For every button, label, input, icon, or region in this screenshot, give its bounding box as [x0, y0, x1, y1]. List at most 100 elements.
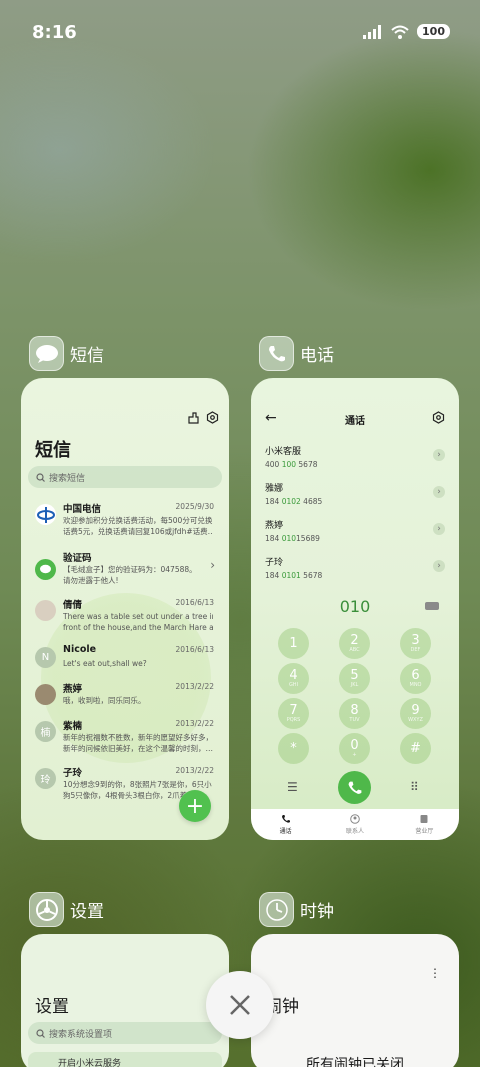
settings-search-input[interactable]: 搜索系统设置项 [28, 1022, 222, 1044]
dial-key[interactable]: 9 WXYZ [400, 698, 431, 729]
contact-item[interactable]: 小米客服 400 100 5678 › [265, 444, 445, 470]
tab-calls[interactable]: 通话 [251, 809, 320, 840]
dial-key[interactable]: 2 ABC [339, 628, 370, 659]
list-item[interactable]: 楠 紫楠 2013/2/22 新年的祝福数不胜数，新年的愿望好多好多， 新年的问… [21, 718, 229, 758]
message-preview-line: 新年的问候依旧美好，在这个温馨的时刻，… [63, 744, 213, 753]
message-date: 2016/6/13 [175, 645, 214, 654]
clock-app-card[interactable]: ⋮ 闹钟 所有闹钟已关闭 [251, 934, 459, 1067]
list-item[interactable]: 倩倩 2016/6/13 There was a table set out u… [21, 597, 229, 637]
dial-key-digit: 7 [289, 703, 298, 718]
message-sender: 验证码 [63, 553, 92, 564]
number-part: 15689 [296, 534, 320, 543]
dial-key[interactable]: 3 DEF [400, 628, 431, 659]
settings-app-card[interactable]: 设置 搜索系统设置项 开启小米云服务 [21, 934, 229, 1067]
message-sender: Nicole [63, 644, 97, 655]
cleanup-icon[interactable] [187, 411, 200, 424]
sms-toolbar [187, 411, 219, 424]
contact-name: 子玲 [265, 558, 284, 568]
contacts-icon [350, 814, 360, 824]
number-part: 184 [265, 497, 282, 506]
list-item[interactable]: 验证码 【毛绒盒子】您的验证码为：047588。 请勿泄露于他人! › [21, 550, 229, 590]
status-bar: 8:16 100 [0, 0, 480, 66]
backspace-icon[interactable] [425, 602, 439, 610]
message-date: 2013/2/22 [175, 766, 214, 775]
message-sender: 子玲 [63, 768, 83, 779]
list-item[interactable]: 燕婷 2013/2/22 哦，收到啦，同乐同乐。 [21, 681, 229, 721]
dial-key[interactable]: 7 PQRS [278, 698, 309, 729]
dial-key-letters: + [352, 752, 357, 758]
dial-key[interactable]: * [278, 733, 309, 764]
message-date: 2025/9/30 [175, 502, 214, 511]
message-preview: There was a table set out under a tree i… [63, 611, 213, 633]
message-preview-line: 欢迎参加积分兑换话费活动，每500分可兑换 [63, 516, 213, 525]
number-match: 010 [281, 534, 297, 543]
avatar [35, 600, 56, 621]
chevron-right-icon[interactable]: › [433, 560, 445, 572]
settings-search-placeholder: 搜索系统设置项 [49, 1029, 113, 1040]
app-label-phone[interactable]: 电话 [259, 336, 334, 371]
settings-row-cloud[interactable]: 开启小米云服务 [28, 1052, 222, 1067]
dial-key-letters: ABC [349, 647, 360, 653]
chevron-right-icon[interactable]: › [433, 486, 445, 498]
new-message-button[interactable]: + [179, 790, 211, 822]
tab-contacts[interactable]: 联系人 [320, 809, 389, 840]
alarm-status: 所有闹钟已关闭 [306, 1057, 404, 1067]
message-preview: 新年的祝福数不胜数，新年的愿望好多好多， 新年的问候依旧美好，在这个温馨的时刻，… [63, 732, 213, 754]
dialpad-toggle-icon[interactable]: ⠿ [410, 780, 419, 794]
dial-key-digit: 5 [350, 668, 359, 683]
call-button[interactable] [338, 771, 371, 804]
contact-number: 184 01015689 [265, 534, 445, 543]
clear-all-button[interactable] [206, 971, 274, 1039]
dial-key-digit: 8 [350, 703, 359, 718]
message-preview-line: 话费5元，兑换话费请回复106或jfdh#话费… [63, 527, 213, 536]
message-sender: 紫楠 [63, 721, 83, 732]
chevron-right-icon[interactable]: › [433, 523, 445, 535]
settings-gear-icon[interactable] [432, 411, 445, 424]
app-label-sms-text: 短信 [70, 346, 104, 366]
sms-search-input[interactable]: 搜索短信 [28, 466, 222, 488]
battery-indicator: 100 [417, 24, 450, 39]
phone-app-card[interactable]: ← 通话 小米客服 400 100 5678 › 雅娜 184 0102 468… [251, 378, 459, 840]
status-time: 8:16 [32, 22, 77, 43]
chevron-right-icon[interactable]: › [433, 449, 445, 461]
avatar: 玲 [35, 768, 56, 789]
dial-key[interactable]: 5 JKL [339, 663, 370, 694]
message-preview-line: 请勿泄露于他人! [63, 576, 119, 585]
dial-key-digit: # [410, 741, 421, 756]
sms-app-card[interactable]: 短信 搜索短信 中国电信 2025/9/30 欢迎参加积分兑换话费活动，每500… [21, 378, 229, 840]
contact-item[interactable]: 雅娜 184 0102 4685 › [265, 481, 445, 507]
phone-page-title: 通话 [345, 416, 365, 427]
dial-key[interactable]: 1 [278, 628, 309, 659]
app-label-sms[interactable]: 短信 [29, 336, 104, 371]
sms-search-placeholder: 搜索短信 [49, 473, 86, 484]
settings-page-title: 设置 [35, 997, 69, 1017]
dial-key[interactable]: 0 + [339, 733, 370, 764]
dial-key[interactable]: 8 TUV [339, 698, 370, 729]
dial-key[interactable]: # [400, 733, 431, 764]
contact-name: 燕婷 [265, 521, 284, 531]
app-label-settings[interactable]: 设置 [29, 892, 104, 927]
close-icon [230, 995, 250, 1015]
store-icon [420, 815, 428, 823]
tab-label: 营业厅 [415, 828, 434, 835]
list-item[interactable]: N Nicole 2016/6/13 Let's eat out,shall w… [21, 644, 229, 684]
message-date: 2013/2/22 [175, 719, 214, 728]
dial-key-letters: MNO [409, 682, 422, 688]
menu-icon[interactable]: ☰ [287, 780, 298, 794]
message-preview-line: 【毛绒盒子】您的验证码为：047588。 [63, 565, 197, 574]
tab-service-hall[interactable]: 营业厅 [390, 809, 459, 840]
dial-key[interactable]: 6 MNO [400, 663, 431, 694]
list-item[interactable]: 中国电信 2025/9/30 欢迎参加积分兑换话费活动，每500分可兑换 话费5… [21, 501, 229, 541]
app-label-clock[interactable]: 时钟 [259, 892, 334, 927]
dial-key-letters: PQRS [286, 717, 301, 723]
more-options-icon[interactable]: ⋮ [429, 966, 441, 980]
number-part: 5678 [300, 571, 323, 580]
message-preview-line: 哦，收到啦，同乐同乐。 [63, 696, 146, 705]
contact-item[interactable]: 子玲 184 0101 5678 › [265, 555, 445, 581]
phone-tab-icon [281, 815, 290, 823]
number-match: 100 [281, 460, 297, 469]
contact-item[interactable]: 燕婷 184 01015689 › [265, 518, 445, 544]
sms-page-title: 短信 [35, 440, 71, 461]
dial-key[interactable]: 4 GHI [278, 663, 309, 694]
settings-gear-icon[interactable] [206, 411, 219, 424]
